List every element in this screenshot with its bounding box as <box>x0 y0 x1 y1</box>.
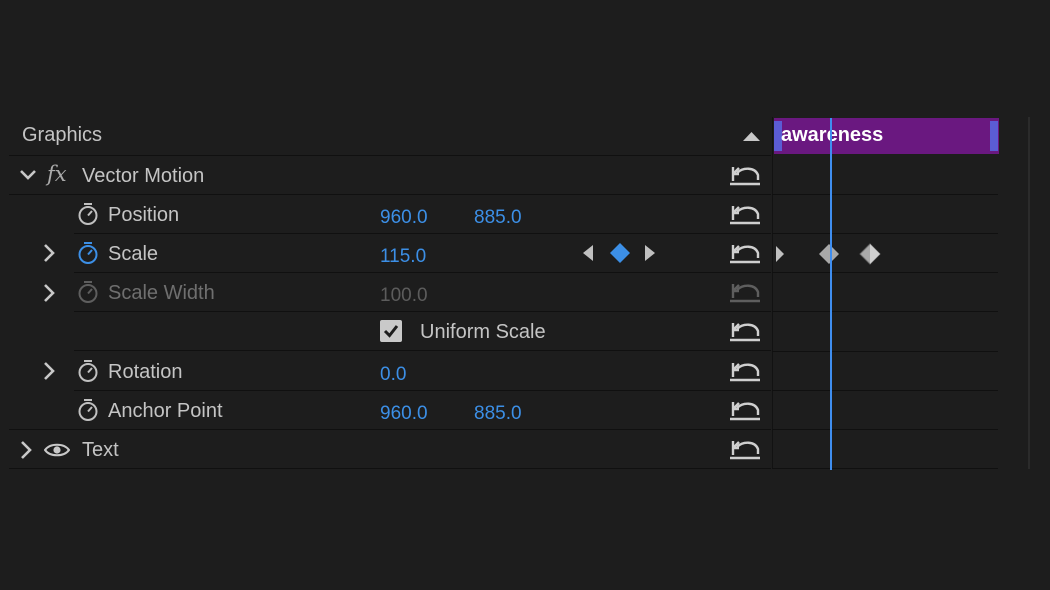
collapse-up-icon[interactable] <box>743 131 760 142</box>
stopwatch-icon[interactable] <box>77 398 99 422</box>
row-divider <box>9 429 75 430</box>
position-label: Position <box>108 204 180 226</box>
graphics-title: Graphics <box>22 124 103 146</box>
reset-parameter-icon[interactable] <box>729 163 761 187</box>
anchor-point-y-value[interactable]: 885.0 <box>474 403 522 425</box>
effect-controls-panel: Graphics fx Vector Motion Position 960.0… <box>0 0 1050 590</box>
scale-width-label: Scale Width <box>108 282 215 304</box>
position-y-value[interactable]: 885.0 <box>474 207 522 229</box>
timeline-row-divider <box>772 351 998 352</box>
reset-parameter-icon[interactable] <box>729 359 761 383</box>
eye-icon[interactable] <box>44 442 70 458</box>
graphic-clip[interactable]: awareness <box>774 118 999 154</box>
stopwatch-icon[interactable] <box>77 359 99 383</box>
anchor-point-x-value[interactable]: 960.0 <box>380 403 428 425</box>
chevron-right-icon[interactable] <box>42 243 56 263</box>
graphics-header-row: Graphics <box>9 117 771 156</box>
effect-name: Vector Motion <box>82 165 205 187</box>
uniform-scale-row: Uniform Scale <box>74 312 771 351</box>
keyframe-left-arrow-icon <box>776 246 784 262</box>
rotation-row: Rotation 0.0 <box>74 352 771 391</box>
timeline-row-divider <box>772 390 998 391</box>
panel-edge <box>1028 117 1030 469</box>
text-layer-label: Text <box>82 439 119 461</box>
scale-width-value: 100.0 <box>380 285 428 306</box>
timeline-row-divider <box>772 272 998 273</box>
stopwatch-icon[interactable] <box>77 202 99 226</box>
chevron-right-icon[interactable] <box>19 440 33 460</box>
timeline-row-divider <box>772 233 998 234</box>
scale-width-row: Scale Width 100.0 <box>74 273 771 312</box>
anchor-point-row: Anchor Point 960.0 885.0 <box>74 391 771 430</box>
timeline-row-divider <box>772 311 998 312</box>
reset-parameter-icon[interactable] <box>729 319 761 343</box>
next-keyframe-icon[interactable] <box>644 244 656 262</box>
clip-out-handle[interactable] <box>990 121 998 151</box>
chevron-right-icon[interactable] <box>42 283 56 303</box>
fx-icon[interactable]: fx <box>47 162 67 186</box>
clip-name: awareness <box>781 124 884 146</box>
scale-label: Scale <box>108 243 159 265</box>
row-divider <box>9 194 75 195</box>
position-x-value[interactable]: 960.0 <box>380 207 428 229</box>
timeline-row-divider <box>772 194 998 195</box>
uniform-scale-checkbox[interactable] <box>380 320 402 342</box>
keyframe-icon[interactable] <box>859 243 881 265</box>
scale-value[interactable]: 115.0 <box>380 246 426 268</box>
reset-parameter-icon[interactable] <box>729 437 761 461</box>
reset-parameter-icon[interactable] <box>729 398 761 422</box>
vector-motion-row[interactable]: fx Vector Motion <box>9 156 771 195</box>
scale-row: Scale 115.0 <box>74 234 771 273</box>
chevron-right-icon[interactable] <box>42 361 56 381</box>
chevron-down-icon[interactable] <box>19 168 37 182</box>
uniform-scale-label[interactable]: Uniform Scale <box>420 321 546 344</box>
reset-parameter-icon <box>730 284 760 303</box>
timeline-row-divider <box>772 429 998 430</box>
text-layer-row[interactable]: Text <box>9 430 771 469</box>
anchor-point-label: Anchor Point <box>108 400 223 422</box>
playhead[interactable] <box>830 118 832 470</box>
rotation-value[interactable]: 0.0 <box>380 364 406 386</box>
timeline-area[interactable] <box>772 117 998 469</box>
keyframe-icon[interactable] <box>818 243 840 265</box>
position-row: Position 960.0 885.0 <box>74 195 771 234</box>
reset-parameter-icon[interactable] <box>729 241 761 265</box>
timeline-row-divider <box>772 468 998 469</box>
add-keyframe-icon[interactable] <box>609 243 631 263</box>
reset-parameter-icon[interactable] <box>729 202 761 226</box>
previous-keyframe-icon[interactable] <box>582 244 594 262</box>
stopwatch-active-icon[interactable] <box>77 241 99 265</box>
rotation-label: Rotation <box>108 361 183 383</box>
stopwatch-icon <box>78 281 98 303</box>
